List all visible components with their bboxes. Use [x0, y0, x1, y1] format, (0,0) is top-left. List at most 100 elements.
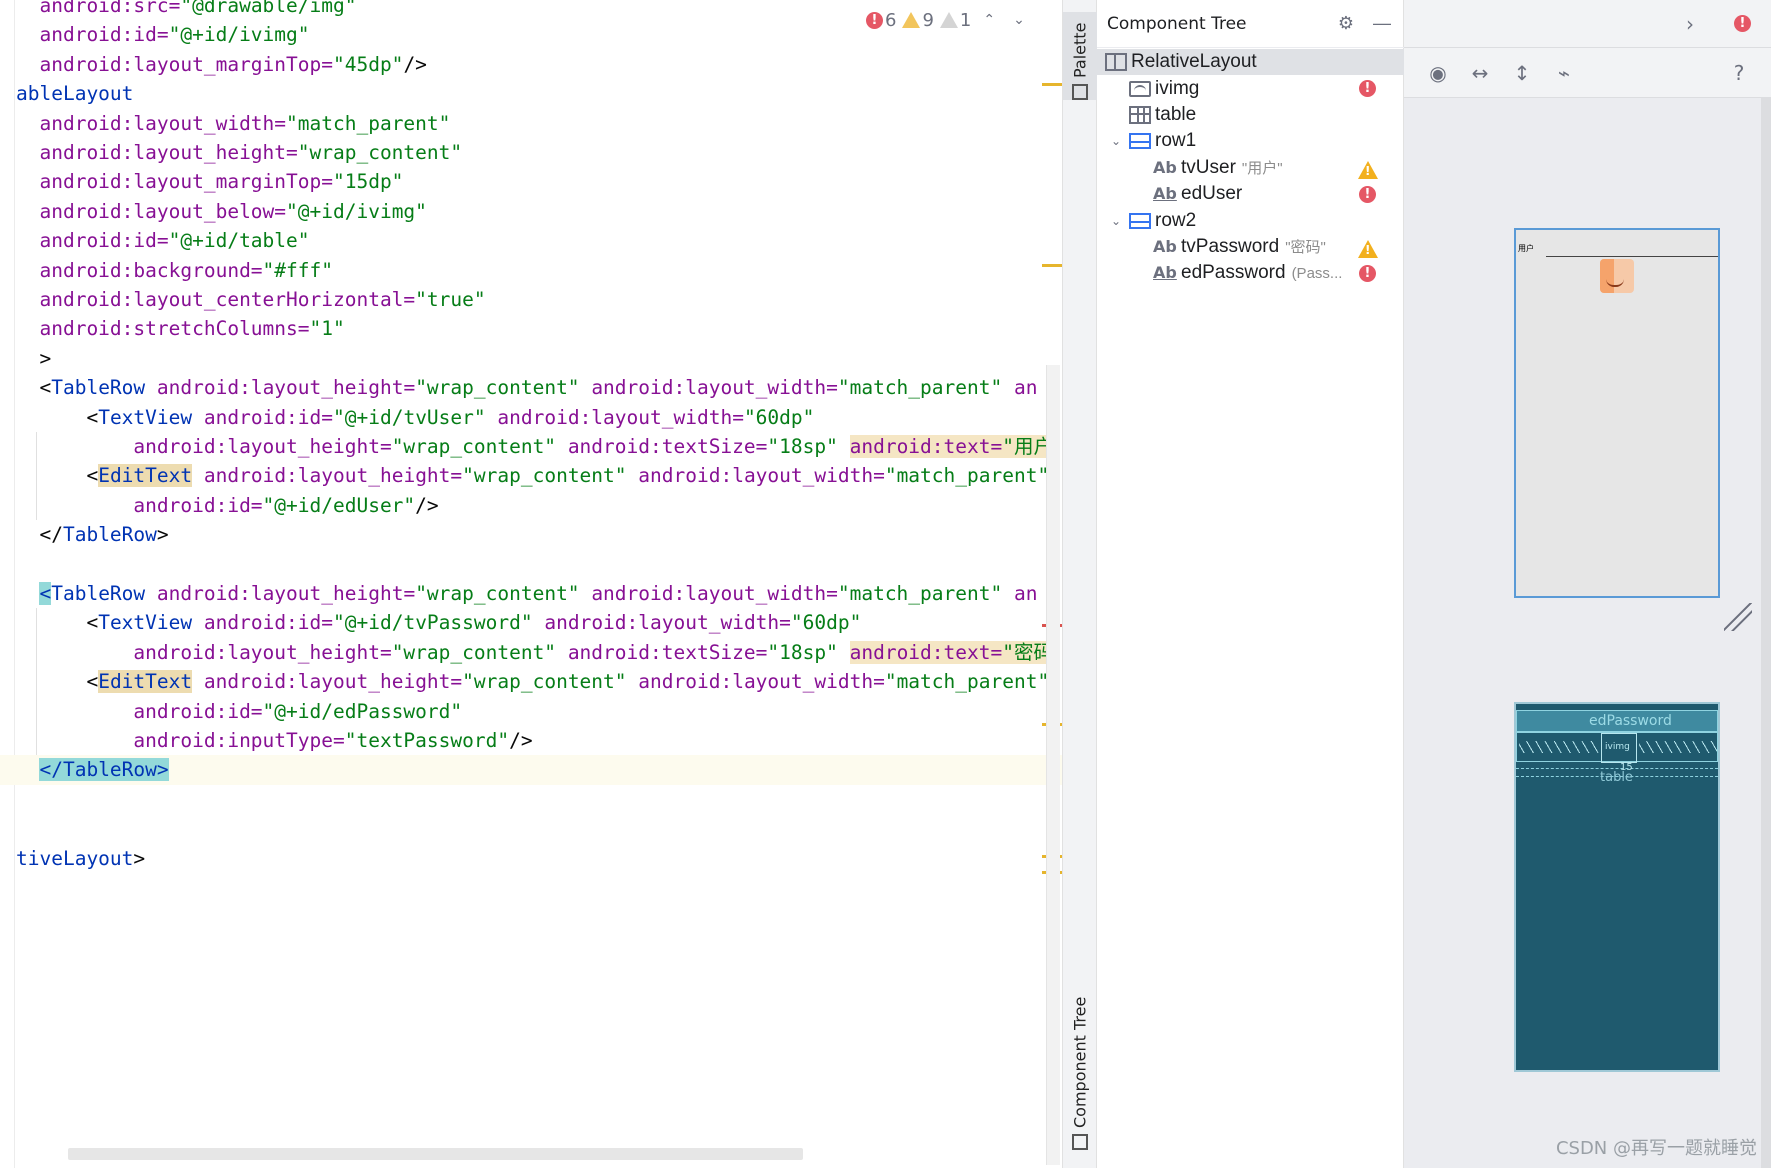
warning-count[interactable]: 9	[902, 10, 934, 31]
preview-edittext-line	[1546, 256, 1718, 257]
code-line[interactable]: <TextView android:id="@+id/tvPassword" a…	[0, 608, 1062, 637]
eye-icon[interactable]: ◉	[1424, 59, 1452, 87]
warning-icon[interactable]	[1358, 239, 1378, 258]
code-line-text: android:id="@+id/ivimg"	[16, 20, 309, 49]
error-count[interactable]: ! 6	[866, 10, 896, 31]
component-tree-tab[interactable]: Component Tree	[1063, 970, 1097, 1150]
vertical-arrows-icon[interactable]: ↕	[1508, 59, 1536, 87]
code-token: android:src=	[39, 0, 181, 17]
code-editor[interactable]: android:src="@drawable/img" android:id="…	[0, 0, 1062, 1168]
help-icon[interactable]: ?	[1725, 59, 1753, 87]
gear-icon[interactable]: ⚙	[1332, 10, 1360, 38]
code-line[interactable]: android:layout_width="match_parent"	[0, 109, 1062, 138]
error-icon[interactable]: !	[1359, 80, 1376, 98]
minimize-icon[interactable]: —	[1368, 10, 1396, 38]
code-line[interactable]	[0, 785, 1062, 814]
code-line[interactable]: </TableRow>	[0, 520, 1062, 549]
code-line[interactable]: android:layout_height="wrap_content" and…	[0, 432, 1062, 461]
error-icon[interactable]: !	[1359, 186, 1376, 203]
code-line[interactable]: <TableRow android:layout_height="wrap_co…	[0, 373, 1062, 402]
code-line[interactable]: android:inputType="textPassword"/>	[0, 726, 1062, 755]
code-line[interactable]	[0, 550, 1062, 579]
chevron-down-icon[interactable]: ⌄	[1109, 134, 1123, 148]
watermark: CSDN @再写一题就睡觉	[1555, 1138, 1757, 1159]
code-line[interactable]: android:id="@+id/table"	[0, 226, 1062, 255]
code-line[interactable]: <TableRow android:layout_height="wrap_co…	[0, 579, 1062, 608]
design-scroll-edge	[1761, 98, 1771, 1168]
code-line-text: android:layout_width="match_parent"	[16, 109, 450, 138]
tree-item-row2[interactable]: ⌄ row2	[1097, 207, 1404, 233]
error-icon[interactable]: !	[1359, 265, 1376, 283]
code-line[interactable]: android:id="@+id/edUser"/>	[0, 491, 1062, 520]
code-line[interactable]: <EditText android:layout_height="wrap_co…	[0, 667, 1062, 696]
tree-item-relativelayout[interactable]: RelativeLayout	[1097, 49, 1404, 76]
code-line[interactable]: android:layout_centerHorizontal="true"	[0, 285, 1062, 314]
code-line-text: </TableRow>	[16, 520, 168, 549]
code-token: TableRow	[51, 582, 146, 605]
warning-stripe-mark[interactable]	[1042, 264, 1062, 267]
tree-item-tvpassword[interactable]: Ab tvPassword "密码"	[1097, 234, 1404, 260]
weak-warning-count[interactable]: 1	[939, 10, 971, 31]
code-line[interactable]: </TableRow>	[0, 755, 1062, 785]
design-surface[interactable]: › ! ◉ ↔ ↕ ⌁ ? 用户 edPassword ivimg 15 tab…	[1404, 0, 1771, 1168]
warning-stripe-mark[interactable]	[1042, 83, 1062, 86]
vertical-scrollbar[interactable]	[1046, 365, 1060, 1165]
code-line[interactable]: android:layout_marginTop="45dp"/>	[0, 50, 1062, 79]
blueprint-preview[interactable]: edPassword ivimg 15 table	[1514, 702, 1720, 1072]
constraint-spring	[1519, 741, 1599, 753]
tree-item-label: row2	[1155, 209, 1197, 231]
code-line[interactable]: android:id="@+id/edPassword"	[0, 697, 1062, 726]
tree-item-tvuser[interactable]: Ab tvUser "用户"	[1097, 155, 1404, 181]
code-line[interactable]: <EditText android:layout_height="wrap_co…	[0, 461, 1062, 490]
image-view-icon	[1129, 80, 1151, 97]
palette-icon	[1072, 84, 1088, 100]
code-line-text: android:background="#fff"	[16, 256, 333, 285]
code-token: >	[39, 346, 52, 370]
code-line[interactable]: android:background="#fff"	[0, 256, 1062, 285]
code-token: />	[403, 52, 427, 76]
code-line[interactable]: android:stretchColumns="1"	[0, 314, 1062, 343]
tree-item-row1[interactable]: ⌄ row1	[1097, 128, 1404, 154]
indent-guide	[36, 432, 37, 521]
code-token: <	[86, 405, 99, 429]
tree-item-table[interactable]: table	[1097, 102, 1404, 128]
code-line[interactable]: android:layout_height="wrap_content" and…	[0, 638, 1062, 667]
tree-item-eduser[interactable]: Ab edUser!	[1097, 181, 1404, 207]
code-token: </	[39, 758, 63, 782]
code-line[interactable]: android:layout_below="@+id/ivimg"	[0, 197, 1062, 226]
resize-handle[interactable]	[1724, 603, 1752, 631]
design-preview[interactable]: 用户	[1514, 228, 1720, 598]
code-line[interactable]: android:layout_marginTop="15dp"	[0, 167, 1062, 196]
horizontal-scrollbar[interactable]	[68, 1148, 803, 1160]
previous-problem-button[interactable]: ⌃	[977, 12, 1001, 28]
next-problem-button[interactable]: ⌄	[1007, 12, 1031, 28]
warning-icon[interactable]	[1358, 160, 1378, 179]
code-line[interactable]: tiveLayout>	[0, 844, 1062, 873]
code-line-text: tiveLayout>	[16, 844, 145, 873]
component-tree-panel: Component Tree ⚙ — RelativeLayout ivimg! t…	[1097, 0, 1404, 1168]
code-line[interactable]: android:layout_height="wrap_content"	[0, 138, 1062, 167]
chevron-down-icon[interactable]: ⌄	[1109, 214, 1123, 228]
code-line[interactable]: >	[0, 344, 1062, 373]
error-icon[interactable]: !	[1734, 15, 1751, 32]
inspection-widget[interactable]: ! 6 9 1 ⌃ ⌄	[862, 8, 1031, 32]
preview-image	[1600, 259, 1634, 293]
code-line-text: android:layout_below="@+id/ivimg"	[16, 197, 426, 226]
chevron-right-icon[interactable]: ›	[1676, 10, 1704, 38]
tree-item-edpassword[interactable]: Ab edPassword (Pass...!	[1097, 260, 1404, 286]
code-token: "wrap_content"	[391, 640, 557, 664]
code-line[interactable]: ableLayout	[0, 79, 1062, 108]
code-token: android:id=	[203, 405, 334, 429]
code-token: android:layout_width=	[591, 376, 838, 400]
horizontal-arrows-icon[interactable]: ↔	[1466, 59, 1494, 87]
code-token: android:id=	[39, 229, 169, 253]
tree-item-ivimg[interactable]: ivimg!	[1097, 75, 1404, 101]
palette-tab[interactable]: Palette	[1063, 12, 1097, 100]
code-token: "true"	[415, 288, 486, 311]
code-line[interactable]: <TextView android:id="@+id/tvUser" andro…	[0, 403, 1062, 432]
magnet-icon[interactable]: ⌁	[1550, 59, 1578, 87]
code-line[interactable]	[0, 814, 1062, 843]
code-token: android:layout_height=	[133, 435, 392, 458]
